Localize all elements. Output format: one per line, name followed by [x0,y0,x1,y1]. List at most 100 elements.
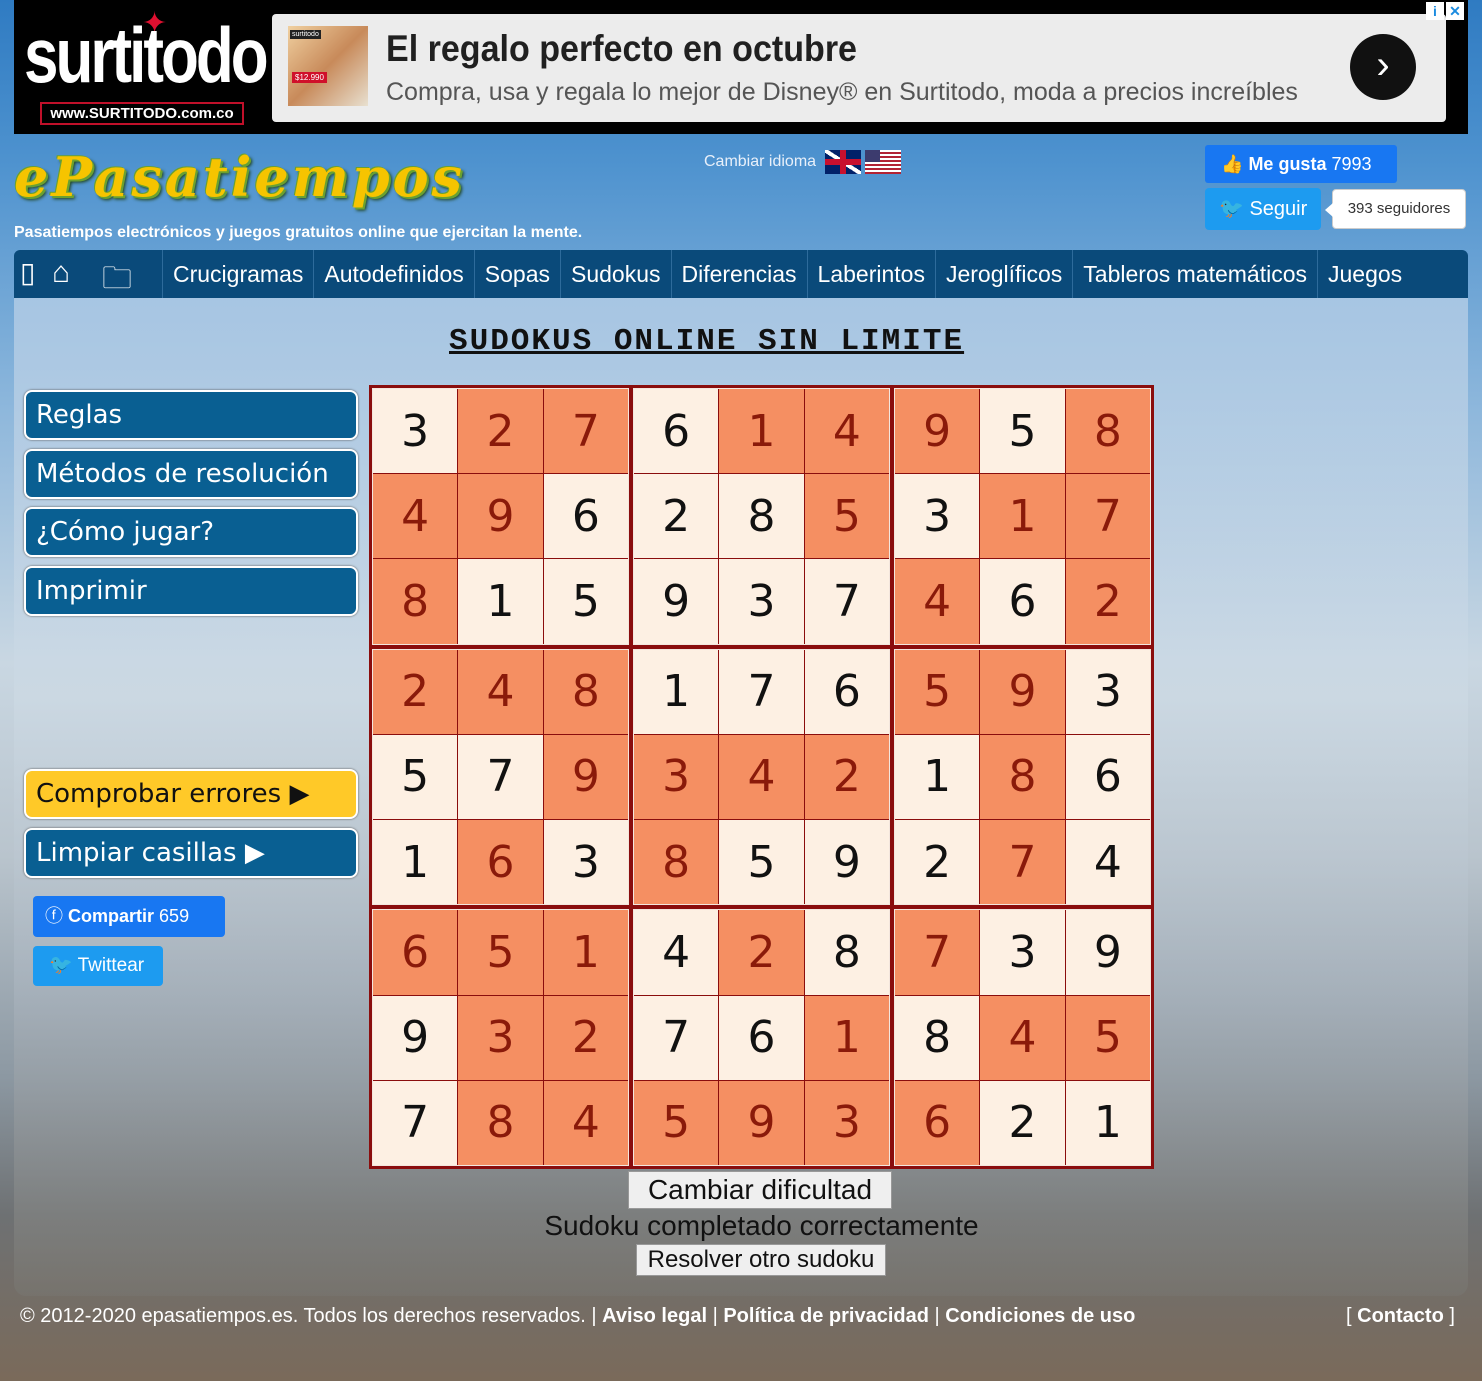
sudoku-cell[interactable]: 9 [719,1080,804,1165]
sudoku-cell[interactable]: 7 [373,1080,458,1165]
nav-item-sudokus[interactable]: Sudokus [559,250,671,298]
sudoku-cell[interactable]: 5 [373,734,458,820]
sudoku-cell[interactable]: 4 [373,474,458,559]
clear-cells-button[interactable]: Limpiar casillas ▶ [24,828,358,878]
sudoku-cell[interactable]: 4 [895,559,980,644]
sudoku-cell[interactable]: 2 [895,820,980,905]
sudoku-cell[interactable]: 9 [458,474,543,559]
sudoku-cell[interactable]: 6 [895,1080,980,1165]
sudoku-cell[interactable]: 9 [895,389,980,474]
nav-item-autodefinidos[interactable]: Autodefinidos [313,250,473,298]
sudoku-cell[interactable]: 5 [1065,995,1150,1080]
sudoku-cell[interactable]: 9 [543,734,628,820]
ad-banner[interactable]: ✦ surtitodo www.SURTITODO.com.co surtito… [14,0,1468,134]
sudoku-cell[interactable]: 7 [980,820,1065,905]
sudoku-cell[interactable]: 9 [1065,910,1150,995]
mobile-icon[interactable]: ▯ [20,256,35,289]
sudoku-cell[interactable]: 1 [458,559,543,644]
sudoku-cell[interactable]: 4 [458,649,543,734]
sudoku-cell[interactable]: 6 [634,389,719,474]
sudoku-cell[interactable]: 3 [373,389,458,474]
sudoku-cell[interactable]: 8 [1065,389,1150,474]
sudoku-cell[interactable]: 4 [634,910,719,995]
sudoku-cell[interactable]: 5 [634,1080,719,1165]
uk-flag-icon[interactable] [824,150,861,174]
sudoku-cell[interactable]: 8 [543,649,628,734]
sudoku-cell[interactable]: 6 [804,649,889,734]
sudoku-cell[interactable]: 2 [543,995,628,1080]
sudoku-cell[interactable]: 6 [458,820,543,905]
sudoku-cell[interactable]: 3 [804,1080,889,1165]
sudoku-cell[interactable]: 5 [895,649,980,734]
solve-another-button[interactable]: Resolver otro sudoku [636,1244,886,1276]
sudoku-cell[interactable]: 9 [980,649,1065,734]
sudoku-cell[interactable]: 6 [543,474,628,559]
sudoku-cell[interactable]: 4 [543,1080,628,1165]
sudoku-cell[interactable]: 3 [980,910,1065,995]
sudoku-cell[interactable]: 7 [634,995,719,1080]
sudoku-cell[interactable]: 2 [634,474,719,559]
sudoku-cell[interactable]: 2 [719,910,804,995]
sudoku-cell[interactable]: 2 [458,389,543,474]
legal-notice-link[interactable]: Aviso legal [602,1305,707,1327]
twitter-share-button[interactable]: 🐦 Twittear [33,946,163,986]
sudoku-cell[interactable]: 8 [634,820,719,905]
nav-item-jeroglificos[interactable]: Jeroglíficos [934,250,1072,298]
sudoku-cell[interactable]: 8 [804,910,889,995]
sudoku-cell[interactable]: 2 [1065,559,1150,644]
nav-item-laberintos[interactable]: Laberintos [806,250,935,298]
check-errors-button[interactable]: Comprobar errores ▶ [24,769,358,819]
sudoku-cell[interactable]: 7 [458,734,543,820]
sudoku-cell[interactable]: 5 [719,820,804,905]
sudoku-cell[interactable]: 3 [1065,649,1150,734]
sudoku-cell[interactable]: 1 [980,474,1065,559]
sudoku-cell[interactable]: 8 [980,734,1065,820]
sudoku-cell[interactable]: 5 [804,474,889,559]
sudoku-cell[interactable]: 8 [719,474,804,559]
info-icon[interactable]: i [1426,2,1444,20]
sudoku-cell[interactable]: 6 [719,995,804,1080]
nav-item-crucigramas[interactable]: Crucigramas [162,250,313,298]
sudoku-cell[interactable]: 3 [634,734,719,820]
sudoku-cell[interactable]: 3 [895,474,980,559]
sudoku-cell[interactable]: 4 [719,734,804,820]
sudoku-cell[interactable]: 4 [804,389,889,474]
sudoku-cell[interactable]: 6 [980,559,1065,644]
ad-title[interactable]: El regalo perfecto en octubre [386,28,857,70]
facebook-share-button[interactable]: ⓕ Compartir 659 [33,896,225,937]
solving-methods-button[interactable]: Métodos de resolución [24,449,358,499]
print-button[interactable]: Imprimir [24,566,358,616]
sudoku-cell[interactable]: 7 [895,910,980,995]
sudoku-cell[interactable]: 3 [458,995,543,1080]
sudoku-cell[interactable]: 9 [804,820,889,905]
site-logo[interactable]: ePasatiempos [14,145,465,209]
sudoku-cell[interactable]: 8 [373,559,458,644]
nav-item-sopas[interactable]: Sopas [473,250,560,298]
sudoku-cell[interactable]: 6 [1065,734,1150,820]
sudoku-cell[interactable]: 1 [543,910,628,995]
chevron-right-icon[interactable]: › [1350,34,1416,100]
sudoku-cell[interactable]: 1 [804,995,889,1080]
sudoku-cell[interactable]: 4 [980,995,1065,1080]
contact-link[interactable]: Contacto [1357,1305,1444,1327]
facebook-like-button[interactable]: 👍 Me gusta 7993 [1205,145,1397,183]
nav-item-tableros-matematicos[interactable]: Tableros matemáticos [1072,250,1317,298]
sudoku-cell[interactable]: 5 [980,389,1065,474]
privacy-policy-link[interactable]: Política de privacidad [723,1305,929,1327]
sudoku-cell[interactable]: 7 [719,649,804,734]
sudoku-cell[interactable]: 2 [373,649,458,734]
sudoku-cell[interactable]: 8 [895,995,980,1080]
ad-subtitle[interactable]: Compra, usa y regala lo mejor de Disney®… [386,78,1298,107]
sudoku-cell[interactable]: 3 [543,820,628,905]
sudoku-cell[interactable]: 1 [719,389,804,474]
sudoku-cell[interactable]: 5 [543,559,628,644]
twitter-follower-count[interactable]: 393 seguidores [1325,189,1466,229]
change-difficulty-button[interactable]: Cambiar dificultad [628,1171,892,1209]
sudoku-cell[interactable]: 3 [719,559,804,644]
sudoku-cell[interactable]: 5 [458,910,543,995]
sudoku-cell[interactable]: 9 [373,995,458,1080]
sudoku-cell[interactable]: 1 [373,820,458,905]
close-icon[interactable]: ✕ [1446,2,1464,20]
sudoku-cell[interactable]: 4 [1065,820,1150,905]
ad-brand-logo[interactable]: ✦ surtitodo www.SURTITODO.com.co [24,7,269,126]
